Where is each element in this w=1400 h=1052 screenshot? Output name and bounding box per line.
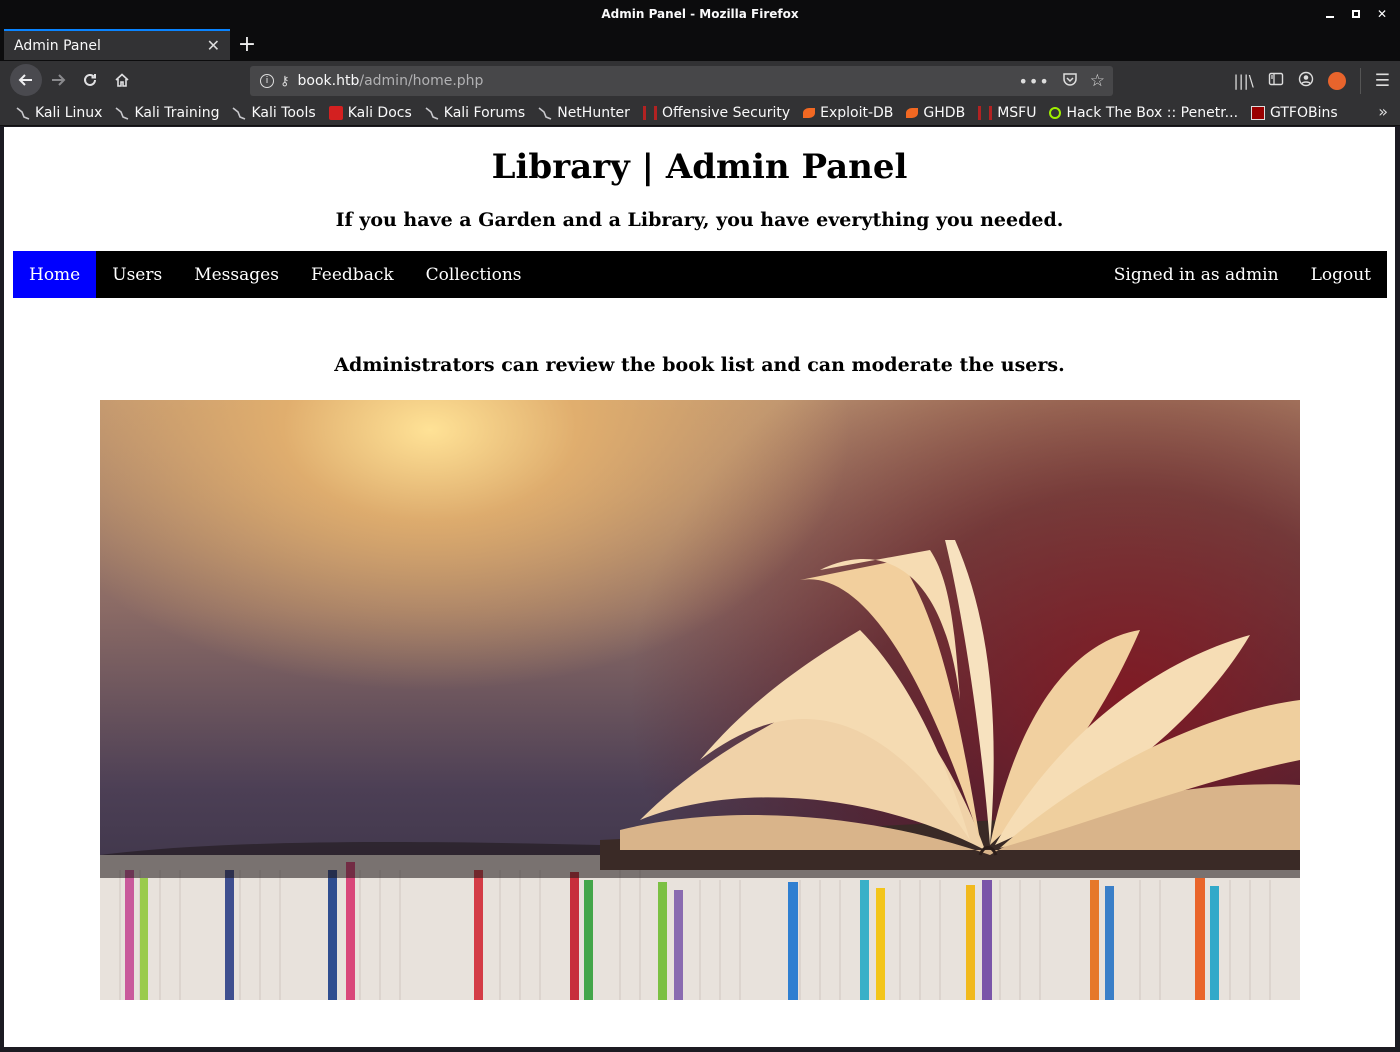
offsec-icon (642, 105, 657, 120)
account-icon[interactable] (1298, 71, 1314, 91)
nav-home[interactable]: Home (13, 251, 97, 298)
admin-nav-menu: Home Users Messages Feedback Collections… (13, 251, 1387, 298)
url-text[interactable]: book.htb/admin/home.php (298, 73, 484, 89)
bookmark-label: Hack The Box :: Penetr... (1066, 104, 1239, 121)
gtfobins-icon (1251, 105, 1266, 120)
exploitdb-icon (906, 107, 919, 118)
info-icon[interactable]: i (260, 74, 274, 88)
bookmark-label: Kali Tools (251, 104, 316, 121)
bookmark-exploit-db[interactable]: Exploit-DB (803, 105, 893, 121)
nav-logout[interactable]: Logout (1295, 251, 1387, 298)
window-title: Admin Panel - Mozilla Firefox (601, 7, 799, 21)
exploitdb-icon (803, 107, 816, 118)
tab-admin-panel[interactable]: Admin Panel ✕ (4, 29, 230, 60)
bookmark-label: NetHunter (557, 104, 630, 121)
bookmark-gtfobins[interactable]: GTFOBins (1251, 105, 1338, 121)
kali-dragon-icon (232, 106, 246, 120)
kali-docs-icon (328, 105, 343, 120)
bookmark-kali-forums[interactable]: Kali Forums (425, 105, 525, 121)
back-icon[interactable] (10, 64, 42, 96)
more-bookmarks-chevron-icon[interactable]: » (1378, 102, 1388, 121)
bookmark-ghdb[interactable]: GHDB (906, 105, 965, 121)
close-window-icon[interactable]: ✕ (1374, 6, 1390, 22)
bookmark-kali-tools[interactable]: Kali Tools (232, 104, 316, 121)
open-book-illustration (100, 540, 1300, 1000)
nav-users[interactable]: Users (96, 251, 178, 298)
close-tab-icon[interactable]: ✕ (207, 36, 220, 55)
bookmark-label: GTFOBins (1270, 104, 1338, 121)
sidebar-icon[interactable] (1268, 71, 1284, 91)
window-bottom-border (0, 1047, 1400, 1052)
hamburger-menu-icon[interactable]: ☰ (1375, 71, 1390, 91)
bookmark-msfu[interactable]: MSFU (978, 105, 1036, 121)
htb-icon (1049, 106, 1062, 119)
new-tab-icon[interactable]: + (236, 30, 258, 58)
kali-dragon-icon (16, 106, 30, 120)
tab-strip: Admin Panel ✕ + (0, 28, 1400, 61)
bookmark-star-icon[interactable]: ☆ (1090, 71, 1105, 91)
maximize-icon[interactable] (1348, 6, 1364, 22)
bookmark-label: Kali Training (134, 104, 220, 121)
minimize-icon[interactable] (1322, 6, 1338, 22)
nav-feedback[interactable]: Feedback (295, 251, 410, 298)
key-icon: ⚷ (280, 73, 290, 89)
bookmark-hack-the-box[interactable]: Hack The Box :: Penetr... (1049, 105, 1238, 121)
library-books-image (100, 400, 1300, 1000)
kali-dragon-icon (425, 106, 439, 120)
intro-text: Administrators can review the book list … (334, 354, 1065, 376)
tab-label: Admin Panel (14, 37, 101, 54)
nav-signed-in-user[interactable]: Signed in as admin (1098, 251, 1295, 298)
bookmark-label: Kali Linux (35, 104, 103, 121)
bookmark-label: MSFU (997, 104, 1037, 121)
bookmark-offensive-security[interactable]: Offensive Security (642, 104, 791, 121)
bookmarks-toolbar: Kali Linux Kali Training Kali Tools Kali… (0, 100, 1400, 126)
bookmark-nethunter[interactable]: NetHunter (538, 105, 630, 121)
page-actions-icon[interactable]: ••• (1018, 72, 1049, 91)
page-content: Library | Admin Panel If you have a Gard… (4, 127, 1395, 1047)
foxyproxy-icon[interactable] (1327, 71, 1346, 90)
bookmark-label: Kali Forums (443, 104, 526, 121)
home-icon[interactable] (107, 65, 137, 95)
bookmark-label: Offensive Security (661, 104, 791, 121)
menu-divider (1359, 67, 1361, 94)
bookmark-label: Exploit-DB (820, 104, 894, 121)
open-book-pages (600, 540, 1300, 870)
window-controls: ✕ (1322, 0, 1390, 28)
page-tagline: If you have a Garden and a Library, you … (335, 209, 1064, 231)
forward-icon[interactable] (43, 65, 73, 95)
library-icon[interactable]: |||\ (1234, 72, 1254, 90)
offsec-icon (978, 105, 993, 120)
nav-collections[interactable]: Collections (410, 251, 538, 298)
nav-messages[interactable]: Messages (178, 251, 295, 298)
url-bar[interactable]: i ⚷ book.htb/admin/home.php ••• ☆ (250, 66, 1113, 96)
bookmark-kali-docs[interactable]: Kali Docs (328, 104, 412, 121)
navigation-toolbar: i ⚷ book.htb/admin/home.php ••• ☆ |||\ ☰ (0, 61, 1400, 100)
window-titlebar: Admin Panel - Mozilla Firefox ✕ (0, 0, 1400, 28)
pocket-icon[interactable] (1062, 71, 1078, 91)
bookmark-label: GHDB (923, 104, 966, 121)
bookmark-label: Kali Docs (347, 104, 412, 121)
bookmark-kali-linux[interactable]: Kali Linux (16, 105, 102, 121)
page-title: Library | Admin Panel (491, 147, 908, 187)
nav-spacer (538, 251, 1098, 298)
kali-dragon-icon (115, 106, 129, 120)
kali-dragon-icon (538, 106, 552, 120)
reload-icon[interactable] (75, 65, 105, 95)
bookmark-kali-training[interactable]: Kali Training (115, 105, 219, 121)
